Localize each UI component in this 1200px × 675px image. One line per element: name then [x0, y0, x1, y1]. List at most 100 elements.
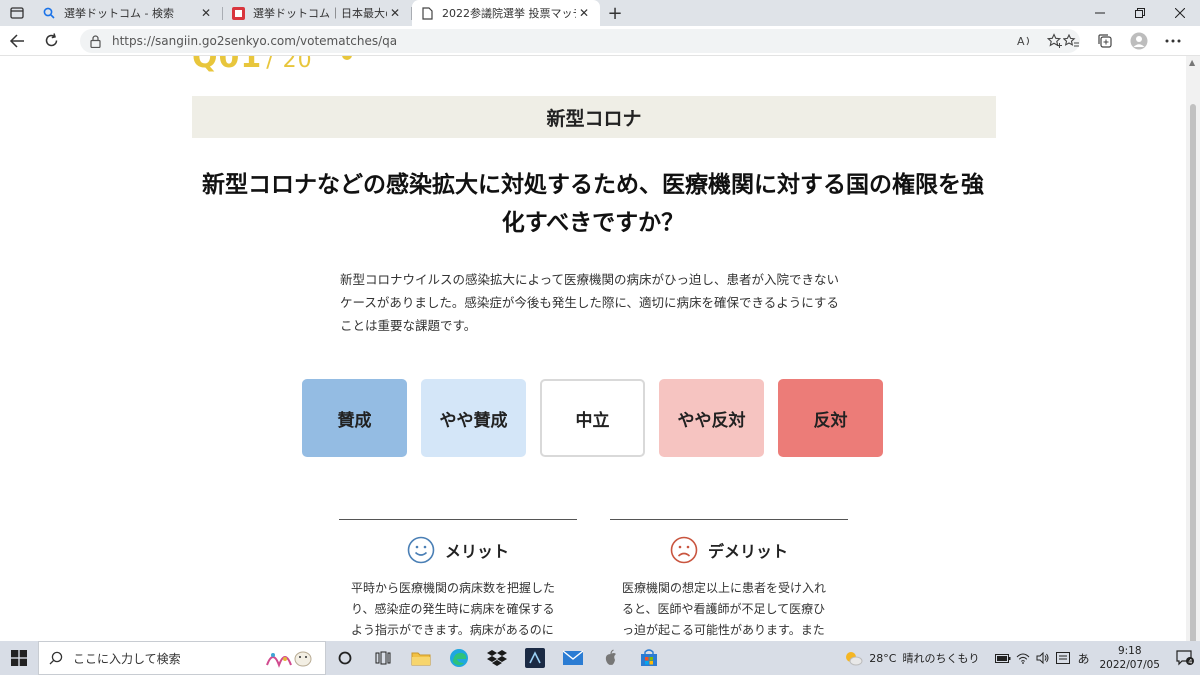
folder-icon	[411, 652, 431, 666]
divider	[610, 519, 848, 520]
question-description: 新型コロナウイルスの感染拡大によって医療機関の病床がひっ迫し、患者が入院できない…	[340, 272, 840, 333]
tab-title: 選挙ドットコム｜日本最大の選挙・政	[253, 7, 387, 20]
minimize-button[interactable]	[1080, 0, 1120, 26]
battery-icon[interactable]	[993, 653, 1013, 663]
answer-neutral-button[interactable]: 中立	[540, 379, 645, 457]
notification-count: 4	[1188, 657, 1192, 665]
divider	[339, 519, 577, 520]
taskbar-search[interactable]: ここに入力して検索	[38, 641, 326, 675]
weather-description: 晴れのちくもり	[902, 652, 980, 665]
search-highlight-illustration-icon	[266, 651, 312, 668]
answer-agree-button[interactable]: 賛成	[302, 379, 407, 457]
cortana-circle-icon	[338, 651, 352, 665]
merit-section: メリット 平時から医療機関の病床数を把握したり、感染症の発生時に病床を確保するよ…	[339, 519, 577, 641]
page-icon	[420, 6, 434, 20]
more-button[interactable]	[1156, 26, 1190, 56]
collections-button[interactable]	[1088, 26, 1122, 56]
close-window-button[interactable]	[1160, 0, 1200, 26]
windows-logo-icon	[11, 650, 27, 666]
page-scrollbar[interactable]: ▲	[1186, 56, 1200, 646]
clock-time: 9:18	[1117, 645, 1142, 657]
toolbar-right	[1054, 26, 1190, 56]
edge-icon	[450, 649, 468, 667]
mail-button[interactable]	[554, 641, 592, 675]
page-content: Q01/ 20 新型コロナ 新型コロナなどの感染拡大に対処するため、医療機関に対…	[0, 56, 1186, 641]
answer-somewhat-agree-button[interactable]: やや賛成	[421, 379, 526, 457]
task-view-icon	[375, 651, 391, 665]
system-clock[interactable]: 9:18 2022/07/05	[1099, 644, 1160, 672]
weather-temperature: 28°C	[869, 651, 897, 665]
answer-choices: 賛成 やや賛成 中立 やや反対 反対	[302, 379, 883, 457]
weather-widget[interactable]: 28°C 晴れのちくもり	[843, 650, 979, 666]
terminal-app-button[interactable]	[516, 641, 554, 675]
reload-icon	[45, 33, 57, 47]
task-view-icon-button[interactable]	[364, 641, 402, 675]
url-text: https://sangiin.go2senkyo.com/votematche…	[112, 34, 398, 48]
close-icon[interactable]: ✕	[198, 5, 214, 21]
reload-button[interactable]	[34, 26, 68, 56]
favorites-button[interactable]	[1054, 26, 1088, 56]
dropbox-button[interactable]	[478, 641, 516, 675]
svg-text:A: A	[1017, 35, 1025, 48]
navigation-bar: https://sangiin.go2senkyo.com/votematche…	[0, 26, 1200, 56]
wifi-icon[interactable]	[1013, 652, 1033, 664]
tab-actions-button[interactable]	[0, 0, 34, 26]
scroll-thumb[interactable]	[1190, 104, 1196, 646]
collections-icon	[1098, 34, 1112, 48]
tab-votematch[interactable]: 2022参議院選挙 投票マッチング｜ ✕	[412, 0, 600, 26]
close-icon[interactable]: ✕	[576, 5, 592, 21]
category-banner: 新型コロナ	[192, 96, 996, 138]
clock-date: 2022/07/05	[1099, 659, 1160, 671]
apple-logo-icon	[605, 649, 616, 665]
frown-face-icon	[670, 536, 698, 564]
restore-icon	[1135, 8, 1145, 18]
decorative-dot	[342, 56, 352, 60]
answer-somewhat-disagree-button[interactable]: やや反対	[659, 379, 764, 457]
scroll-up-arrow-icon[interactable]: ▲	[1189, 58, 1195, 67]
tab-title: 選挙ドットコム - 検索	[64, 7, 174, 20]
ime-mode-icon[interactable]	[1053, 652, 1073, 664]
answer-disagree-button[interactable]: 反対	[778, 379, 883, 457]
question-total: / 20	[266, 56, 313, 73]
mail-icon	[563, 650, 583, 665]
tab-search[interactable]: 選挙ドットコム - 検索 ✕	[34, 0, 223, 26]
profile-button[interactable]	[1122, 26, 1156, 56]
new-tab-button[interactable]: +	[601, 0, 629, 26]
demerit-title: デメリット	[707, 542, 788, 561]
question-number: Q01	[192, 56, 263, 75]
arrow-left-icon	[9, 33, 24, 48]
read-aloud-icon[interactable]: A	[1010, 34, 1040, 48]
notification-center-button[interactable]: 4	[1170, 650, 1200, 666]
favorites-list-icon	[1063, 33, 1079, 46]
merit-title: メリット	[444, 542, 509, 561]
store-button[interactable]	[630, 641, 668, 675]
demerit-section: デメリット 医療機関の想定以上に患者を受け入れると、医師や看護師が不足して医療ひ…	[610, 519, 848, 641]
more-horizontal-icon	[1165, 39, 1181, 43]
search-icon	[49, 651, 63, 665]
task-view-button[interactable]	[326, 641, 364, 675]
close-icon	[1175, 8, 1185, 18]
demerit-heading: デメリット	[610, 536, 848, 564]
restore-button[interactable]	[1120, 0, 1160, 26]
back-button[interactable]	[0, 26, 34, 56]
close-icon[interactable]: ✕	[387, 5, 403, 21]
volume-icon[interactable]	[1033, 652, 1053, 664]
tab-go2senkyo[interactable]: 選挙ドットコム｜日本最大の選挙・政 ✕	[223, 0, 412, 26]
avatar-icon	[1130, 32, 1148, 50]
dropbox-icon	[487, 650, 507, 666]
apple-app-button[interactable]	[592, 641, 630, 675]
lock-icon	[90, 34, 106, 48]
ime-hiragana-indicator[interactable]: あ	[1073, 650, 1093, 667]
address-bar[interactable]: https://sangiin.go2senkyo.com/votematche…	[80, 29, 1080, 53]
edge-browser-button[interactable]	[440, 641, 478, 675]
search-placeholder: ここに入力して検索	[73, 651, 181, 666]
store-icon	[641, 649, 657, 666]
question-title: 新型コロナなどの感染拡大に対処するため、医療機関に対する国の権限を強化すべきです…	[202, 172, 984, 236]
weather-sun-cloud-icon	[846, 652, 863, 666]
file-explorer-button[interactable]	[402, 641, 440, 675]
windows-taskbar: ここに入力して検索 28°C 晴れのちくもり あ 9:18 2022/07/05…	[0, 641, 1200, 675]
window-controls	[1080, 0, 1200, 26]
start-button[interactable]	[0, 641, 38, 675]
merit-heading: メリット	[339, 536, 577, 564]
question-counter: Q01/ 20	[192, 56, 313, 75]
